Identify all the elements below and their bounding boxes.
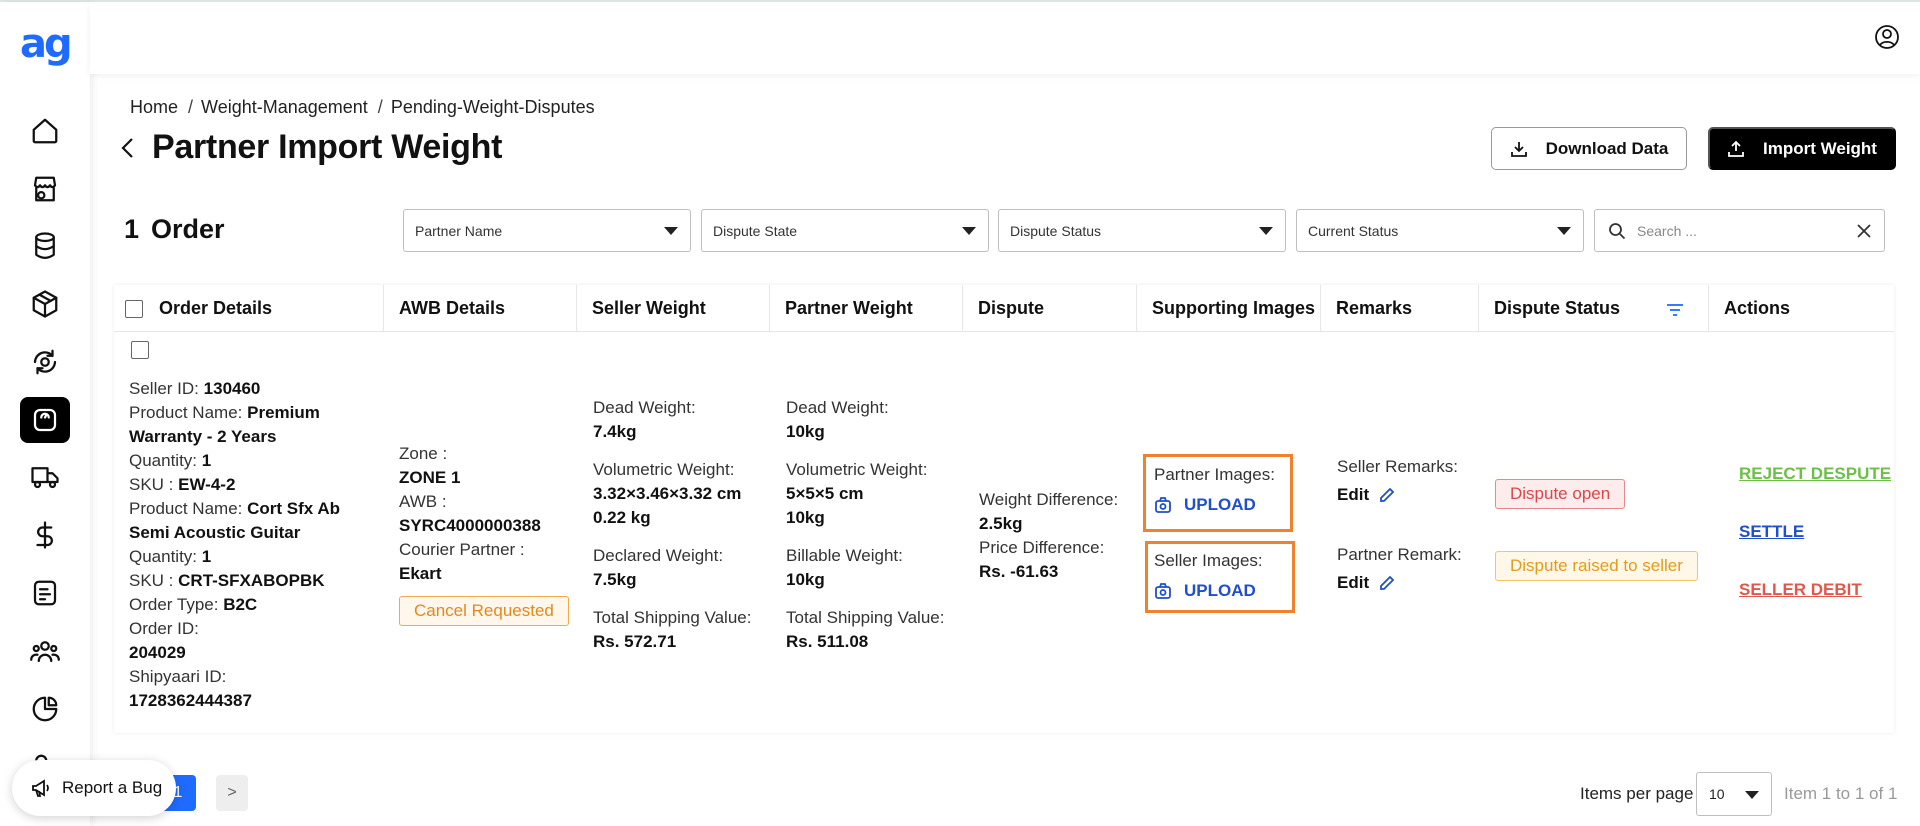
caret-down-icon xyxy=(1557,227,1571,235)
dispute-raised-badge: Dispute raised to seller xyxy=(1495,551,1698,581)
download-icon xyxy=(1510,141,1527,157)
seller-upload-button[interactable]: UPLOAD xyxy=(1154,579,1294,603)
row-checkbox[interactable] xyxy=(131,341,149,359)
seller-weight-cell: Dead Weight: 7.4kg Volumetric Weight: 3.… xyxy=(593,398,752,651)
breadcrumb-weight-management[interactable]: Weight-Management xyxy=(201,97,368,117)
store-icon[interactable] xyxy=(20,166,70,212)
column-order-details: Order Details xyxy=(114,285,384,332)
report-bug-button[interactable]: Report a Bug xyxy=(12,760,176,816)
package-icon[interactable] xyxy=(20,281,70,327)
settings-sync-icon[interactable] xyxy=(20,339,70,385)
app-logo[interactable]: ag xyxy=(20,24,73,64)
dispute-cell: Weight Difference: 2.5kg Price Differenc… xyxy=(979,490,1119,581)
seller-debit-link[interactable]: SELLER DEBIT xyxy=(1739,580,1862,600)
import-weight-button[interactable]: Import Weight xyxy=(1708,127,1896,170)
megaphone-icon xyxy=(32,779,49,797)
top-header xyxy=(90,2,1920,74)
upload-icon xyxy=(1728,140,1744,157)
order-details-cell: Seller ID: 130460 Product Name: Premium … xyxy=(129,379,340,710)
column-supporting-images: Supporting Images xyxy=(1137,285,1321,332)
database-icon[interactable] xyxy=(20,223,70,269)
column-dispute: Dispute xyxy=(963,285,1137,332)
column-partner-weight: Partner Weight xyxy=(770,285,963,332)
page-title: Partner Import Weight xyxy=(152,128,503,166)
partner-name-select[interactable]: Partner Name xyxy=(403,209,691,252)
dispute-status-select[interactable]: Dispute Status xyxy=(998,209,1286,252)
caret-down-icon xyxy=(1259,227,1273,235)
search-input[interactable] xyxy=(1637,220,1837,242)
pencil-icon xyxy=(1380,575,1395,590)
back-arrow-icon[interactable] xyxy=(118,136,138,160)
column-awb-details: AWB Details xyxy=(384,285,577,332)
seller-remarks-edit[interactable]: Edit xyxy=(1337,483,1487,507)
next-page-button[interactable]: > xyxy=(216,775,248,811)
download-data-label: Download Data xyxy=(1545,138,1669,158)
item-range-text: Item 1 to 1 of 1 xyxy=(1784,784,1898,803)
search-box xyxy=(1594,209,1885,252)
remarks-cell: Seller Remarks: Edit Partner Remark: Edi… xyxy=(1337,455,1487,595)
pencil-icon xyxy=(1380,487,1395,502)
partner-upload-button[interactable]: UPLOAD xyxy=(1154,493,1294,517)
column-remarks: Remarks xyxy=(1321,285,1479,332)
column-dispute-status: Dispute Status xyxy=(1479,285,1709,332)
caret-down-icon xyxy=(962,227,976,235)
filter-icon[interactable] xyxy=(1666,301,1684,316)
pie-chart-icon[interactable] xyxy=(20,686,70,732)
order-count: 1 Order xyxy=(124,214,225,244)
clear-search-icon[interactable] xyxy=(1856,223,1872,239)
camera-icon xyxy=(1155,497,1171,513)
user-profile-icon[interactable] xyxy=(1874,24,1900,50)
column-actions: Actions xyxy=(1724,298,1791,318)
column-seller-weight: Seller Weight xyxy=(577,285,770,332)
dispute-state-select[interactable]: Dispute State xyxy=(701,209,989,252)
dollar-icon[interactable] xyxy=(20,512,70,558)
download-data-button[interactable]: Download Data xyxy=(1491,127,1687,170)
caret-down-icon xyxy=(1745,791,1759,799)
partner-images-cell: Partner Images: UPLOAD xyxy=(1154,463,1294,517)
document-icon[interactable] xyxy=(20,570,70,616)
sidebar: ag xyxy=(0,2,90,826)
camera-icon xyxy=(1155,583,1171,599)
breadcrumb-pending-weight-disputes: Pending-Weight-Disputes xyxy=(390,97,595,117)
users-group-icon[interactable] xyxy=(20,628,70,674)
reject-dispute-link[interactable]: REJECT DESPUTE xyxy=(1739,464,1891,484)
items-per-page-label: Items per page xyxy=(1580,784,1694,803)
partner-weight-cell: Dead Weight: 10kg Volumetric Weight: 5×5… xyxy=(786,398,945,651)
select-all-checkbox[interactable] xyxy=(125,299,143,318)
settle-link[interactable]: SETTLE xyxy=(1739,522,1804,542)
awb-details-cell: Zone : ZONE 1 AWB : SYRC4000000388 Couri… xyxy=(399,442,579,626)
caret-down-icon xyxy=(664,227,678,235)
dispute-status-cell: Dispute open xyxy=(1495,479,1626,509)
cancel-requested-badge: Cancel Requested xyxy=(399,596,569,626)
table-header: Order Details AWB Details Seller Weight … xyxy=(114,285,1894,332)
breadcrumb-home[interactable]: Home xyxy=(130,97,178,117)
items-per-page-select[interactable]: 10 xyxy=(1696,772,1772,816)
dispute-raised-cell: Dispute raised to seller xyxy=(1495,551,1698,581)
partner-remark-edit[interactable]: Edit xyxy=(1337,571,1487,595)
breadcrumb: Home / Weight-Management / Pending-Weight-Di… xyxy=(130,97,595,117)
search-icon xyxy=(1609,223,1626,240)
current-status-select[interactable]: Current Status xyxy=(1296,209,1584,252)
home-icon[interactable] xyxy=(20,108,70,154)
disputes-table: Order Details AWB Details Seller Weight … xyxy=(114,285,1894,733)
dispute-open-badge: Dispute open xyxy=(1495,479,1626,509)
seller-images-cell: Seller Images: UPLOAD xyxy=(1154,549,1294,603)
weight-icon[interactable] xyxy=(20,397,70,443)
delivery-truck-icon[interactable] xyxy=(20,454,70,500)
import-weight-label: Import Weight xyxy=(1763,138,1877,158)
